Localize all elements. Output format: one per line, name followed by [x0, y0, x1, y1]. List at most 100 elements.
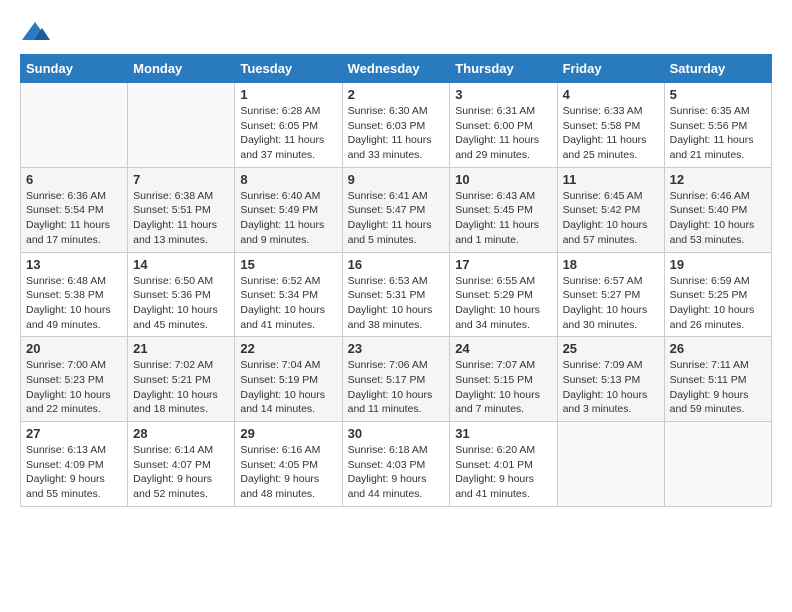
- cell-info: Sunrise: 6:59 AM Sunset: 5:25 PM Dayligh…: [670, 274, 766, 333]
- cell-info: Sunrise: 6:28 AM Sunset: 6:05 PM Dayligh…: [240, 104, 336, 163]
- calendar-cell: [557, 422, 664, 507]
- day-number: 6: [26, 172, 122, 187]
- logo-icon: [20, 20, 50, 44]
- day-number: 2: [348, 87, 445, 102]
- calendar-cell: 17 Sunrise: 6:55 AM Sunset: 5:29 PM Dayli…: [450, 252, 557, 337]
- cell-info: Sunrise: 6:16 AM Sunset: 4:05 PM Dayligh…: [240, 443, 336, 502]
- cell-info: Sunrise: 6:13 AM Sunset: 4:09 PM Dayligh…: [26, 443, 122, 502]
- day-number: 24: [455, 341, 551, 356]
- day-number: 3: [455, 87, 551, 102]
- calendar-cell: 18 Sunrise: 6:57 AM Sunset: 5:27 PM Dayli…: [557, 252, 664, 337]
- cell-info: Sunrise: 7:02 AM Sunset: 5:21 PM Dayligh…: [133, 358, 229, 417]
- day-number: 17: [455, 257, 551, 272]
- calendar-week-row: 1 Sunrise: 6:28 AM Sunset: 6:05 PM Daylig…: [21, 83, 772, 168]
- calendar-cell: 27 Sunrise: 6:13 AM Sunset: 4:09 PM Dayli…: [21, 422, 128, 507]
- cell-info: Sunrise: 6:55 AM Sunset: 5:29 PM Dayligh…: [455, 274, 551, 333]
- day-number: 26: [670, 341, 766, 356]
- day-number: 23: [348, 341, 445, 356]
- cell-info: Sunrise: 6:30 AM Sunset: 6:03 PM Dayligh…: [348, 104, 445, 163]
- day-number: 22: [240, 341, 336, 356]
- day-number: 28: [133, 426, 229, 441]
- weekday-header: Friday: [557, 55, 664, 83]
- calendar-cell: 20 Sunrise: 7:00 AM Sunset: 5:23 PM Dayli…: [21, 337, 128, 422]
- day-number: 9: [348, 172, 445, 187]
- day-number: 21: [133, 341, 229, 356]
- calendar-cell: 10 Sunrise: 6:43 AM Sunset: 5:45 PM Dayli…: [450, 167, 557, 252]
- cell-info: Sunrise: 7:04 AM Sunset: 5:19 PM Dayligh…: [240, 358, 336, 417]
- day-number: 27: [26, 426, 122, 441]
- cell-info: Sunrise: 6:41 AM Sunset: 5:47 PM Dayligh…: [348, 189, 445, 248]
- weekday-header: Tuesday: [235, 55, 342, 83]
- day-number: 13: [26, 257, 122, 272]
- calendar-cell: 12Sunrise: 6:46 AM Sunset: 5:40 PM Dayli…: [664, 167, 771, 252]
- day-number: 11: [563, 172, 659, 187]
- calendar-cell: 11 Sunrise: 6:45 AM Sunset: 5:42 PM Dayli…: [557, 167, 664, 252]
- calendar-cell: 13 Sunrise: 6:48 AM Sunset: 5:38 PM Dayli…: [21, 252, 128, 337]
- cell-info: Sunrise: 6:36 AM Sunset: 5:54 PM Dayligh…: [26, 189, 122, 248]
- day-number: 7: [133, 172, 229, 187]
- weekday-header: Thursday: [450, 55, 557, 83]
- day-number: 4: [563, 87, 659, 102]
- calendar-cell: 6 Sunrise: 6:36 AM Sunset: 5:54 PM Daylig…: [21, 167, 128, 252]
- cell-info: Sunrise: 7:06 AM Sunset: 5:17 PM Dayligh…: [348, 358, 445, 417]
- cell-info: Sunrise: 7:09 AM Sunset: 5:13 PM Dayligh…: [563, 358, 659, 417]
- calendar-cell: 21 Sunrise: 7:02 AM Sunset: 5:21 PM Dayli…: [128, 337, 235, 422]
- cell-info: Sunrise: 6:18 AM Sunset: 4:03 PM Dayligh…: [348, 443, 445, 502]
- day-number: 20: [26, 341, 122, 356]
- cell-info: Sunrise: 6:48 AM Sunset: 5:38 PM Dayligh…: [26, 274, 122, 333]
- day-number: 14: [133, 257, 229, 272]
- calendar-cell: 14 Sunrise: 6:50 AM Sunset: 5:36 PM Dayli…: [128, 252, 235, 337]
- weekday-header: Monday: [128, 55, 235, 83]
- cell-info: Sunrise: 7:11 AM Sunset: 5:11 PM Dayligh…: [670, 358, 766, 417]
- weekday-header: Saturday: [664, 55, 771, 83]
- calendar-cell: 3Sunrise: 6:31 AM Sunset: 6:00 PM Daylig…: [450, 83, 557, 168]
- calendar-cell: 28 Sunrise: 6:14 AM Sunset: 4:07 PM Dayli…: [128, 422, 235, 507]
- day-number: 30: [348, 426, 445, 441]
- day-number: 8: [240, 172, 336, 187]
- cell-info: Sunrise: 6:57 AM Sunset: 5:27 PM Dayligh…: [563, 274, 659, 333]
- cell-info: Sunrise: 6:38 AM Sunset: 5:51 PM Dayligh…: [133, 189, 229, 248]
- cell-info: Sunrise: 6:35 AM Sunset: 5:56 PM Dayligh…: [670, 104, 766, 163]
- day-number: 31: [455, 426, 551, 441]
- calendar-cell: 8Sunrise: 6:40 AM Sunset: 5:49 PM Daylig…: [235, 167, 342, 252]
- calendar-cell: 19Sunrise: 6:59 AM Sunset: 5:25 PM Dayli…: [664, 252, 771, 337]
- day-number: 1: [240, 87, 336, 102]
- cell-info: Sunrise: 6:33 AM Sunset: 5:58 PM Dayligh…: [563, 104, 659, 163]
- cell-info: Sunrise: 6:50 AM Sunset: 5:36 PM Dayligh…: [133, 274, 229, 333]
- cell-info: Sunrise: 6:14 AM Sunset: 4:07 PM Dayligh…: [133, 443, 229, 502]
- calendar-cell: 26 Sunrise: 7:11 AM Sunset: 5:11 PM Dayli…: [664, 337, 771, 422]
- calendar-table: SundayMondayTuesdayWednesdayThursdayFrid…: [20, 54, 772, 507]
- day-number: 15: [240, 257, 336, 272]
- calendar-cell: [21, 83, 128, 168]
- cell-info: Sunrise: 7:00 AM Sunset: 5:23 PM Dayligh…: [26, 358, 122, 417]
- calendar-cell: 31 Sunrise: 6:20 AM Sunset: 4:01 PM Dayli…: [450, 422, 557, 507]
- calendar-cell: 5 Sunrise: 6:35 AM Sunset: 5:56 PM Daylig…: [664, 83, 771, 168]
- calendar-cell: 25 Sunrise: 7:09 AM Sunset: 5:13 PM Dayli…: [557, 337, 664, 422]
- day-number: 29: [240, 426, 336, 441]
- calendar-cell: 15 Sunrise: 6:52 AM Sunset: 5:34 PM Dayli…: [235, 252, 342, 337]
- day-number: 10: [455, 172, 551, 187]
- cell-info: Sunrise: 6:20 AM Sunset: 4:01 PM Dayligh…: [455, 443, 551, 502]
- day-number: 25: [563, 341, 659, 356]
- cell-info: Sunrise: 7:07 AM Sunset: 5:15 PM Dayligh…: [455, 358, 551, 417]
- calendar-cell: 4 Sunrise: 6:33 AM Sunset: 5:58 PM Daylig…: [557, 83, 664, 168]
- calendar-cell: 2 Sunrise: 6:30 AM Sunset: 6:03 PM Daylig…: [342, 83, 450, 168]
- calendar-cell: [664, 422, 771, 507]
- calendar-cell: 30 Sunrise: 6:18 AM Sunset: 4:03 PM Dayli…: [342, 422, 450, 507]
- calendar-cell: 29 Sunrise: 6:16 AM Sunset: 4:05 PM Dayli…: [235, 422, 342, 507]
- day-number: 16: [348, 257, 445, 272]
- day-number: 5: [670, 87, 766, 102]
- calendar-week-row: 13 Sunrise: 6:48 AM Sunset: 5:38 PM Dayli…: [21, 252, 772, 337]
- logo: [20, 20, 54, 44]
- calendar-week-row: 27 Sunrise: 6:13 AM Sunset: 4:09 PM Dayli…: [21, 422, 772, 507]
- calendar-cell: 24 Sunrise: 7:07 AM Sunset: 5:15 PM Dayli…: [450, 337, 557, 422]
- calendar-cell: 22 Sunrise: 7:04 AM Sunset: 5:19 PM Dayli…: [235, 337, 342, 422]
- day-number: 18: [563, 257, 659, 272]
- calendar-cell: 1 Sunrise: 6:28 AM Sunset: 6:05 PM Daylig…: [235, 83, 342, 168]
- cell-info: Sunrise: 6:52 AM Sunset: 5:34 PM Dayligh…: [240, 274, 336, 333]
- cell-info: Sunrise: 6:46 AM Sunset: 5:40 PM Dayligh…: [670, 189, 766, 248]
- cell-info: Sunrise: 6:43 AM Sunset: 5:45 PM Dayligh…: [455, 189, 551, 248]
- calendar-cell: 16Sunrise: 6:53 AM Sunset: 5:31 PM Dayli…: [342, 252, 450, 337]
- cell-info: Sunrise: 6:45 AM Sunset: 5:42 PM Dayligh…: [563, 189, 659, 248]
- calendar-week-row: 6 Sunrise: 6:36 AM Sunset: 5:54 PM Daylig…: [21, 167, 772, 252]
